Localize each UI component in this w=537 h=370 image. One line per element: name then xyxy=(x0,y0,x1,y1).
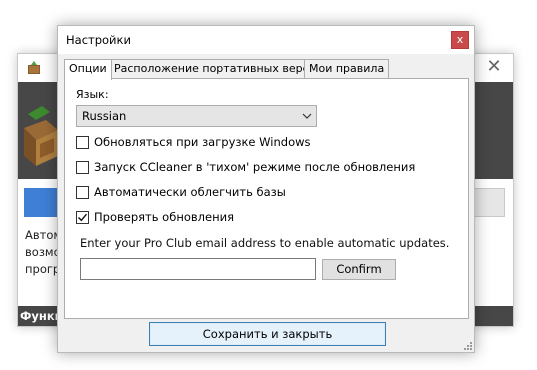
language-select[interactable]: Russian xyxy=(76,105,317,127)
settings-dialog: Настройки x Опции Расположение портативн… xyxy=(57,25,475,353)
app-logo-icon xyxy=(24,106,58,166)
checkbox-update-on-boot[interactable] xyxy=(76,136,89,149)
checkbox-label: Обновляться при загрузке Windows xyxy=(94,135,311,149)
options-panel: Язык: Russian Обновляться при загрузке W… xyxy=(64,78,469,319)
checkbox-lighten-databases[interactable] xyxy=(76,186,89,199)
checkbox-check-updates[interactable] xyxy=(76,211,89,224)
pro-club-info-text: Enter your Pro Club email address to ena… xyxy=(80,236,450,250)
tab-options[interactable]: Опции xyxy=(64,59,112,80)
checkmark-icon xyxy=(78,213,88,222)
checkbox-label: Проверять обновления xyxy=(94,210,234,224)
tab-my-rules[interactable]: Мои правила xyxy=(304,59,390,79)
checkbox-label: Запуск CCleaner в 'тихом' режиме после о… xyxy=(94,160,416,174)
language-label: Язык: xyxy=(76,88,109,101)
email-field[interactable] xyxy=(80,258,316,280)
background-footer-text: Функц xyxy=(20,309,60,323)
dialog-title: Настройки xyxy=(66,33,131,47)
app-logo-icon xyxy=(28,61,40,74)
save-and-close-button[interactable]: Сохранить и закрыть xyxy=(149,322,386,346)
checkbox-label: Автоматически облегчить базы xyxy=(94,185,286,199)
resize-grip-icon[interactable] xyxy=(464,342,472,350)
tab-portable-locations[interactable]: Расположение портативных версий xyxy=(109,59,328,79)
language-select-value: Russian xyxy=(82,109,127,123)
checkbox-silent-mode[interactable] xyxy=(76,161,89,174)
confirm-button[interactable]: Confirm xyxy=(322,259,396,280)
background-close-icon[interactable]: ✕ xyxy=(483,56,505,78)
chevron-down-icon xyxy=(302,113,312,119)
close-button[interactable]: x xyxy=(451,31,469,49)
dialog-titlebar[interactable]: Настройки x xyxy=(58,26,474,54)
